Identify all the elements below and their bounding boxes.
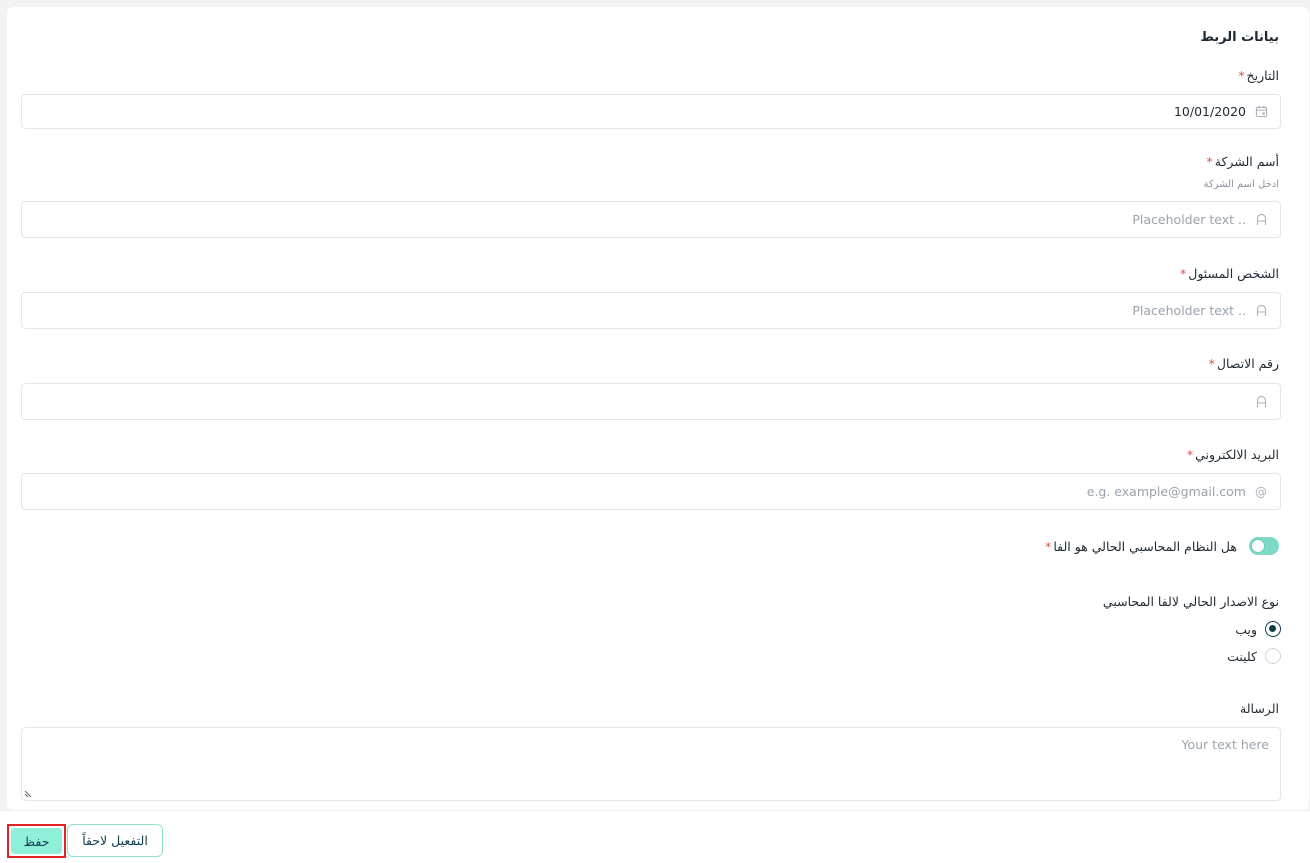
company-field[interactable]	[21, 201, 1281, 238]
person-input[interactable]	[22, 303, 1246, 318]
radio-button[interactable]	[1265, 621, 1281, 637]
message-placeholder: Your text here	[1181, 737, 1269, 752]
message-label: الرسالة	[1240, 701, 1279, 716]
person-label-text: الشخص المسئول	[1188, 266, 1279, 281]
alpha-toggle-row: هل النظام المحاسبي الحالي هو الفا*	[1045, 537, 1279, 555]
date-value: 10/01/2020	[1173, 104, 1246, 119]
alpha-toggle[interactable]	[1249, 537, 1279, 555]
email-label-text: البريد الالكتروني	[1195, 447, 1279, 462]
at-icon: @	[1255, 484, 1267, 499]
person-field[interactable]	[21, 292, 1281, 329]
email-label: البريد الالكتروني*	[1187, 447, 1279, 462]
required-mark: *	[1186, 447, 1194, 462]
required-mark: *	[1208, 356, 1215, 371]
person-label: الشخص المسئول*	[1180, 266, 1279, 281]
section-title: بيانات الربط	[1200, 30, 1279, 45]
save-button[interactable]: حفظ	[7, 824, 66, 858]
email-input[interactable]	[22, 484, 1246, 499]
company-label: أسم الشركة*	[1207, 154, 1279, 169]
radio-label: كلينت	[1227, 648, 1257, 664]
footer-bar	[0, 810, 1310, 863]
text-icon	[1254, 213, 1268, 227]
required-mark: *	[1206, 154, 1213, 169]
radio-option-web[interactable]: ويب	[1235, 621, 1281, 637]
phone-label-text: رقم الاتصال	[1216, 356, 1279, 371]
radio-button[interactable]	[1265, 648, 1281, 664]
required-mark: *	[1179, 266, 1187, 281]
phone-input[interactable]	[22, 394, 1246, 409]
radio-option-client[interactable]: كلينت	[1227, 648, 1281, 664]
activate-later-button[interactable]: التفعيل لاحقاً	[67, 824, 163, 857]
resize-grip-icon[interactable]	[24, 788, 34, 798]
version-label: نوع الاصدار الحالي لالفا المحاسبي	[1102, 594, 1279, 609]
alpha-toggle-label-text: هل النظام المحاسبي الحالي هو الفا	[1053, 538, 1237, 554]
company-hint: ادخل اسم الشركة	[1203, 179, 1279, 190]
required-mark: *	[1238, 68, 1245, 83]
email-field[interactable]: @	[21, 473, 1281, 510]
company-label-text: أسم الشركة	[1214, 154, 1279, 169]
date-label: التاريخ*	[1238, 68, 1279, 83]
calendar-icon[interactable]	[1254, 105, 1268, 119]
save-button-label: حفظ	[11, 828, 62, 854]
form-card: بيانات الربط التاريخ* 10/01/2020 أسم الش…	[7, 7, 1309, 810]
date-field[interactable]: 10/01/2020	[21, 94, 1281, 129]
text-icon	[1254, 395, 1268, 409]
phone-field[interactable]	[21, 383, 1281, 420]
phone-label: رقم الاتصال*	[1209, 356, 1279, 371]
alpha-toggle-label: هل النظام المحاسبي الحالي هو الفا*	[1045, 539, 1237, 554]
radio-label: ويب	[1235, 621, 1257, 637]
text-icon	[1254, 304, 1268, 318]
company-input[interactable]	[22, 212, 1246, 227]
date-label-text: التاريخ	[1246, 68, 1279, 83]
message-textarea[interactable]: Your text here	[21, 727, 1281, 801]
required-mark: *	[1045, 538, 1052, 554]
